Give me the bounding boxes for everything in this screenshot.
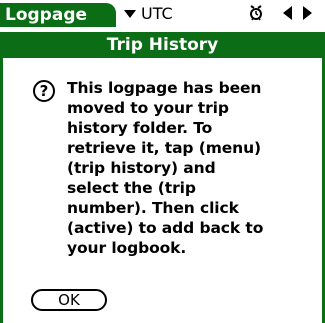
arrow-left-icon[interactable] xyxy=(283,6,292,20)
dialog-message: This logpage has been moved to your trip… xyxy=(67,79,264,257)
question-icon: ? xyxy=(33,80,55,102)
dropdown-triangle-icon xyxy=(124,10,136,18)
ok-button[interactable]: OK xyxy=(31,289,107,311)
trip-history-dialog: Trip History ? This logpage has been mov… xyxy=(0,32,325,323)
timezone-picker[interactable]: UTC xyxy=(124,0,173,27)
title-bar: Logpage UTC xyxy=(0,0,325,27)
palm-screen: Logpage UTC Trip History ? This logpage … xyxy=(0,0,325,323)
dialog-title: Trip History xyxy=(0,32,325,58)
app-menu-tab[interactable]: Logpage xyxy=(0,3,116,27)
arrow-right-icon[interactable] xyxy=(303,6,312,20)
alarm-icon[interactable] xyxy=(249,5,263,21)
timezone-label: UTC xyxy=(141,4,173,23)
